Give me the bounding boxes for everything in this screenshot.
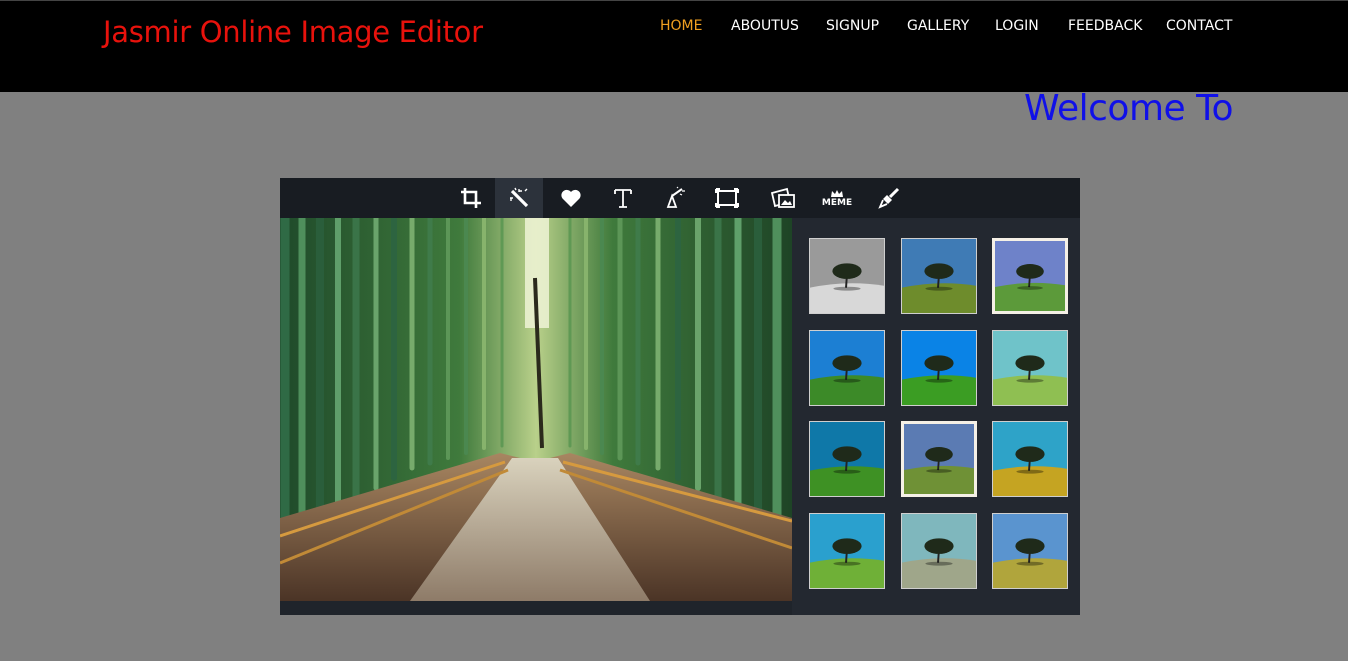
filter-thumb-psychedelic[interactable] bbox=[992, 421, 1068, 497]
filter-thumb-normal[interactable] bbox=[901, 238, 977, 314]
crop-tool[interactable] bbox=[447, 178, 495, 218]
filter-thumb-vignette[interactable] bbox=[809, 421, 885, 497]
filter-thumb-deep-blue[interactable] bbox=[901, 330, 977, 406]
filter-tool[interactable] bbox=[495, 178, 543, 218]
filter-thumb-vintage-frame[interactable] bbox=[901, 421, 977, 497]
nav-contact[interactable]: CONTACT bbox=[1166, 18, 1232, 34]
image-editor-preview: MEME bbox=[280, 178, 1080, 615]
nav-gallery[interactable]: GALLERY bbox=[907, 18, 969, 34]
filter-thumb-soft-glow[interactable] bbox=[809, 513, 885, 589]
filter-thumb-muted[interactable] bbox=[901, 513, 977, 589]
meme-tool[interactable]: MEME bbox=[813, 178, 861, 218]
brush-icon bbox=[878, 187, 900, 209]
sticker-tool[interactable] bbox=[547, 178, 595, 218]
photo-overlay-icon bbox=[770, 187, 796, 209]
filter-thumb-vivid[interactable] bbox=[809, 330, 885, 406]
text-tool[interactable] bbox=[599, 178, 647, 218]
nav-feedback[interactable]: FEEDBACK bbox=[1068, 18, 1142, 34]
nav-aboutus[interactable]: ABOUTUS bbox=[731, 18, 799, 34]
welcome-marquee: Welcome To Online Image Editor bbox=[1000, 88, 1245, 132]
wizard-icon bbox=[662, 186, 686, 210]
meme-label: MEME bbox=[821, 197, 853, 208]
wizard-tool[interactable] bbox=[650, 178, 698, 218]
bamboo-photo bbox=[280, 218, 792, 601]
frame-icon bbox=[715, 188, 739, 208]
nav-home[interactable]: HOME bbox=[660, 18, 702, 34]
filter-thumb-grayscale[interactable] bbox=[809, 238, 885, 314]
welcome-text: Welcome To Online Image Editor bbox=[1024, 88, 1245, 129]
frame-tool[interactable] bbox=[703, 178, 751, 218]
nav-login[interactable]: LOGIN bbox=[995, 18, 1039, 34]
filter-thumb-warm[interactable] bbox=[992, 513, 1068, 589]
filter-thumb-pale[interactable] bbox=[992, 330, 1068, 406]
nav-signup[interactable]: SIGNUP bbox=[826, 18, 879, 34]
main-nav: HOME ABOUTUS SIGNUP GALLERY LOGIN FEEDBA… bbox=[0, 18, 1348, 38]
crop-icon bbox=[460, 187, 482, 209]
text-icon bbox=[613, 187, 633, 209]
overlay-tool[interactable] bbox=[759, 178, 807, 218]
editor-toolbar: MEME bbox=[280, 178, 1080, 218]
meme-icon: MEME bbox=[822, 189, 852, 208]
filter-thumb-faded-frame[interactable] bbox=[992, 238, 1068, 314]
header-bar: Jasmir Online Image Editor HOME ABOUTUS … bbox=[0, 0, 1348, 92]
heart-icon bbox=[560, 188, 582, 208]
brush-tool[interactable] bbox=[865, 178, 913, 218]
editor-canvas[interactable] bbox=[280, 218, 792, 601]
filter-panel bbox=[792, 218, 1080, 615]
magic-wand-icon bbox=[508, 187, 530, 209]
